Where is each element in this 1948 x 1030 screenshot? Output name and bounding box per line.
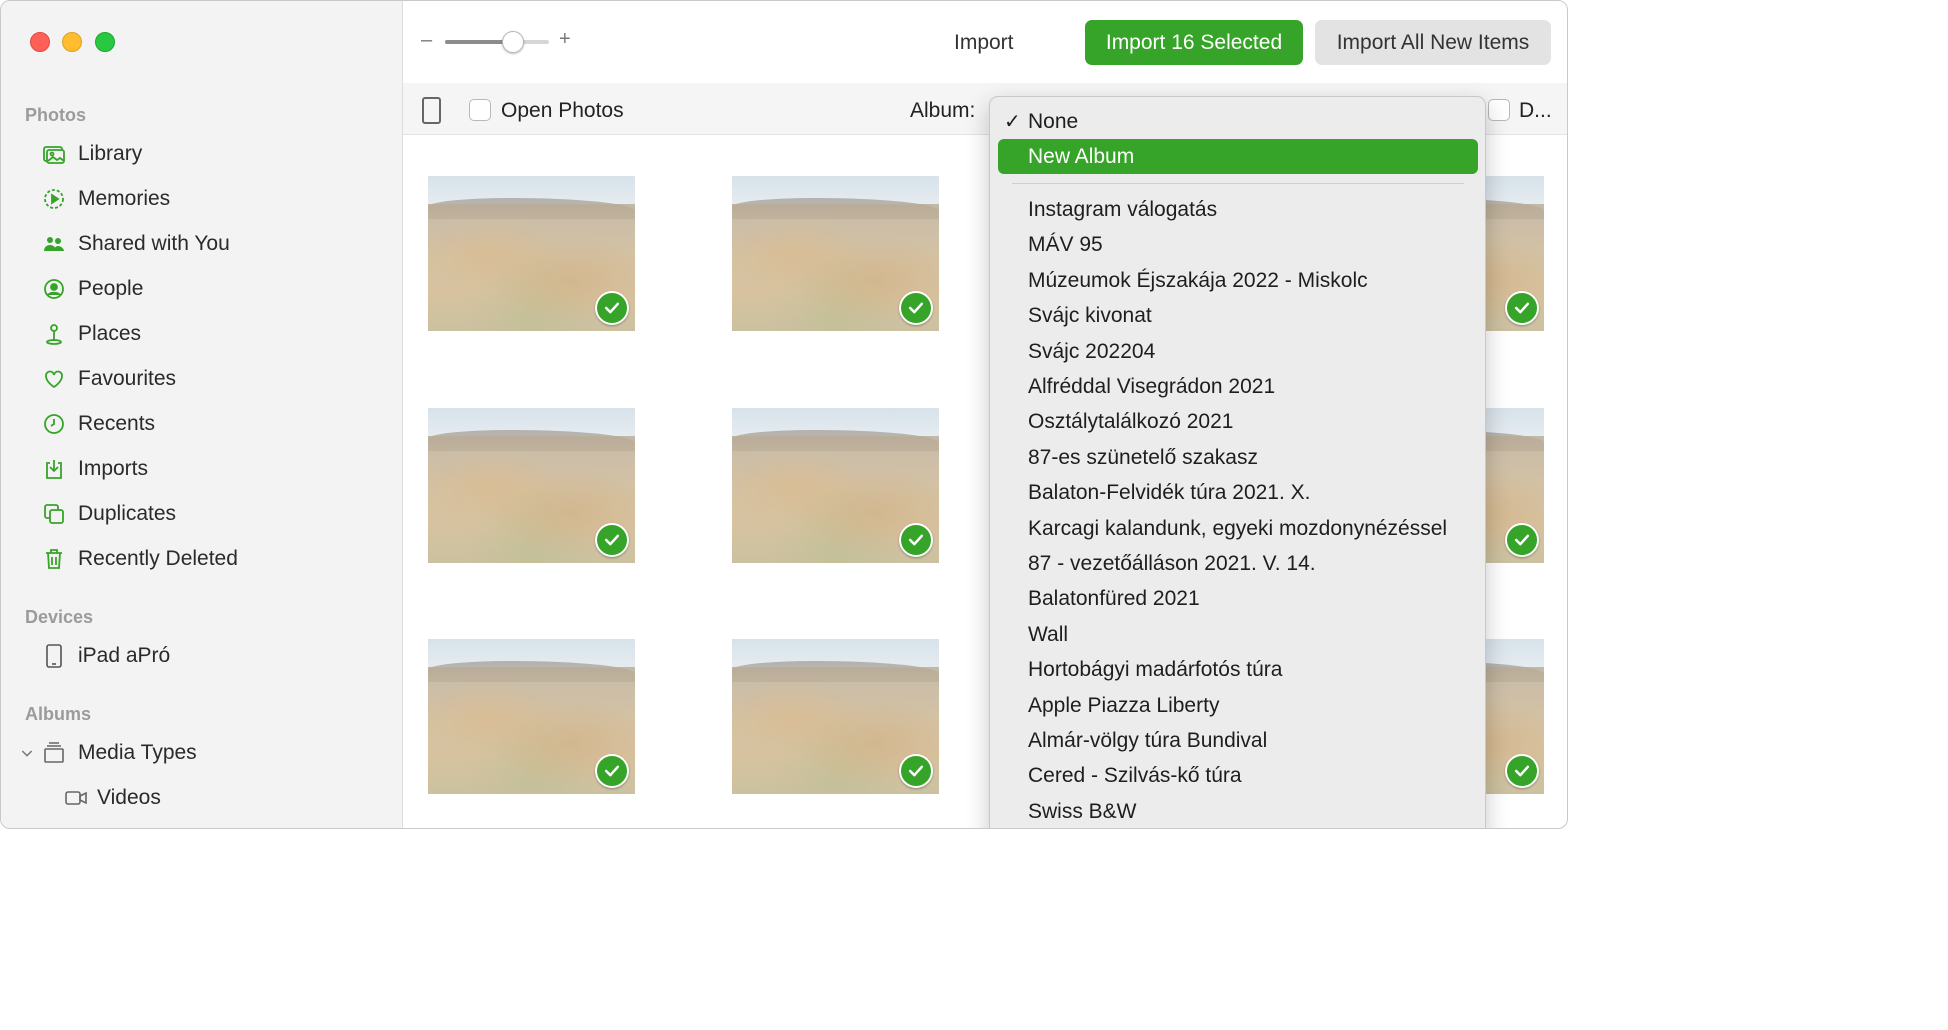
import-selected-button[interactable]: Import 16 Selected xyxy=(1085,20,1303,65)
section-title-photos: Photos xyxy=(25,105,86,125)
sidebar-item-imports[interactable]: Imports xyxy=(41,452,148,486)
selected-check-icon[interactable] xyxy=(899,523,933,557)
sidebar-item-videos[interactable]: Videos xyxy=(63,781,161,815)
delete-items-label: D... xyxy=(1519,99,1552,122)
selected-check-icon[interactable] xyxy=(595,523,629,557)
sidebar-item-duplicates[interactable]: Duplicates xyxy=(41,497,176,531)
dropdown-album-item[interactable]: Alfréddal Visegrádon 2021 xyxy=(1028,371,1275,403)
trash-icon xyxy=(41,546,67,572)
section-title-devices: Devices xyxy=(25,607,94,627)
dropdown-album-item[interactable]: Swiss B&W xyxy=(1028,796,1137,828)
sidebar-item-recently-deleted[interactable]: Recently Deleted xyxy=(41,542,238,576)
chevron-down-icon[interactable] xyxy=(19,740,35,766)
dropdown-album-item[interactable]: Karcagi kalandunk, egyeki mozdonynézésse… xyxy=(1028,513,1447,545)
sidebar-item-places[interactable]: Places xyxy=(41,317,141,351)
sidebar-item-label: Memories xyxy=(78,187,171,210)
dropdown-album-item[interactable]: Wall xyxy=(1028,619,1068,651)
sidebar-item-memories[interactable]: Memories xyxy=(41,182,170,216)
imports-icon xyxy=(41,456,67,482)
sidebar-item-label: Shared with You xyxy=(78,232,230,255)
media-types-icon xyxy=(41,740,67,766)
clock-icon xyxy=(41,411,67,437)
selected-check-icon[interactable] xyxy=(1505,291,1539,325)
sidebar-item-label: Places xyxy=(78,322,142,345)
people-icon xyxy=(41,276,67,302)
dropdown-album-item[interactable]: Cered - Szilvás-kő túra xyxy=(1028,760,1242,792)
toolbar-title: Import xyxy=(954,31,1014,54)
duplicates-icon xyxy=(41,501,67,527)
photos-import-window: Photos Library Memories Shared with You … xyxy=(0,0,1568,829)
sidebar-item-label: Library xyxy=(78,142,143,165)
sidebar-item-media-types[interactable]: Media Types xyxy=(19,736,197,770)
dropdown-item-new-album-label: New Album xyxy=(1028,145,1135,168)
sidebar-item-label: Favourites xyxy=(78,367,177,390)
maximize-window-button[interactable] xyxy=(95,32,115,52)
open-photos-label: Open Photos xyxy=(501,99,624,122)
open-photos-checkbox[interactable] xyxy=(469,99,491,121)
sidebar-item-label: Media Types xyxy=(78,741,197,764)
sidebar-item-library[interactable]: Library xyxy=(41,137,142,171)
sidebar-item-recents[interactable]: Recents xyxy=(41,407,155,441)
section-title-albums: Albums xyxy=(25,704,92,724)
sidebar-item-shared-with-you[interactable]: Shared with You xyxy=(41,227,230,261)
heart-icon xyxy=(41,366,67,392)
places-icon xyxy=(41,321,67,347)
dropdown-album-item[interactable]: Osztálytalálkozó 2021 xyxy=(1028,406,1233,438)
library-icon xyxy=(41,141,67,167)
selected-check-icon[interactable] xyxy=(899,291,933,325)
sidebar-item-label: Recents xyxy=(78,412,156,435)
zoom-in-label[interactable]: + xyxy=(559,28,571,51)
dropdown-album-item[interactable]: Instagram válogatás xyxy=(1028,194,1217,226)
dropdown-album-item[interactable]: Hortobágyi madárfotós túra xyxy=(1028,654,1282,686)
sidebar-item-people[interactable]: People xyxy=(41,272,143,306)
selected-check-icon[interactable] xyxy=(595,754,629,788)
shared-with-you-icon xyxy=(41,231,67,257)
selected-check-icon[interactable] xyxy=(1505,754,1539,788)
video-icon xyxy=(63,785,89,811)
sidebar-item-favourites[interactable]: Favourites xyxy=(41,362,176,396)
sidebar-item-label: Recently Deleted xyxy=(78,547,238,570)
dropdown-album-item[interactable]: Apple Piazza Liberty xyxy=(1028,690,1219,722)
dropdown-separator xyxy=(1012,183,1464,184)
sidebar-item-label: Imports xyxy=(78,457,149,480)
dropdown-item-none[interactable]: None xyxy=(1028,106,1078,138)
selected-check-icon[interactable] xyxy=(1505,523,1539,557)
sidebar-item-label: Duplicates xyxy=(78,502,177,525)
dropdown-album-item[interactable]: 87-es szünetelő szakasz xyxy=(1028,442,1258,474)
dropdown-album-item[interactable]: 87 - vezetőálláson 2021. V. 14. xyxy=(1028,548,1316,580)
dropdown-album-item[interactable]: Almár-völgy túra Bundival xyxy=(1028,725,1267,757)
sidebar-item-ipad[interactable]: iPad aPró xyxy=(41,639,170,673)
sidebar: Photos Library Memories Shared with You … xyxy=(1,1,403,828)
sidebar-item-label: Videos xyxy=(97,786,161,809)
dropdown-album-item[interactable]: Balaton-Felvidék túra 2021. X. xyxy=(1028,477,1311,509)
device-icon xyxy=(422,97,441,124)
dropdown-album-item[interactable]: Svájc kivonat xyxy=(1028,300,1152,332)
selected-check-icon[interactable] xyxy=(899,754,933,788)
minimize-window-button[interactable] xyxy=(62,32,82,52)
zoom-out-label[interactable]: – xyxy=(421,29,432,52)
sidebar-item-label: People xyxy=(78,277,144,300)
album-label: Album: xyxy=(910,99,976,122)
dropdown-album-item[interactable]: Svájc 202204 xyxy=(1028,336,1155,368)
memories-icon xyxy=(41,186,67,212)
ipad-icon xyxy=(41,643,67,669)
dropdown-album-item[interactable]: Múzeumok Éjszakája 2022 - Miskolc xyxy=(1028,265,1368,297)
album-dropdown-menu[interactable]: ✓ None New Album Instagram válogatás MÁV … xyxy=(989,96,1486,828)
dropdown-album-item[interactable]: Balatonfüred 2021 xyxy=(1028,583,1200,615)
delete-items-checkbox[interactable] xyxy=(1488,99,1510,121)
sidebar-item-label: iPad aPró xyxy=(78,644,171,667)
import-all-new-items-button[interactable]: Import All New Items xyxy=(1315,20,1551,65)
checkmark-icon: ✓ xyxy=(1004,111,1021,133)
zoom-slider-knob[interactable] xyxy=(501,31,524,53)
selected-check-icon[interactable] xyxy=(595,291,629,325)
close-window-button[interactable] xyxy=(30,32,50,52)
dropdown-album-item[interactable]: MÁV 95 xyxy=(1028,229,1103,261)
